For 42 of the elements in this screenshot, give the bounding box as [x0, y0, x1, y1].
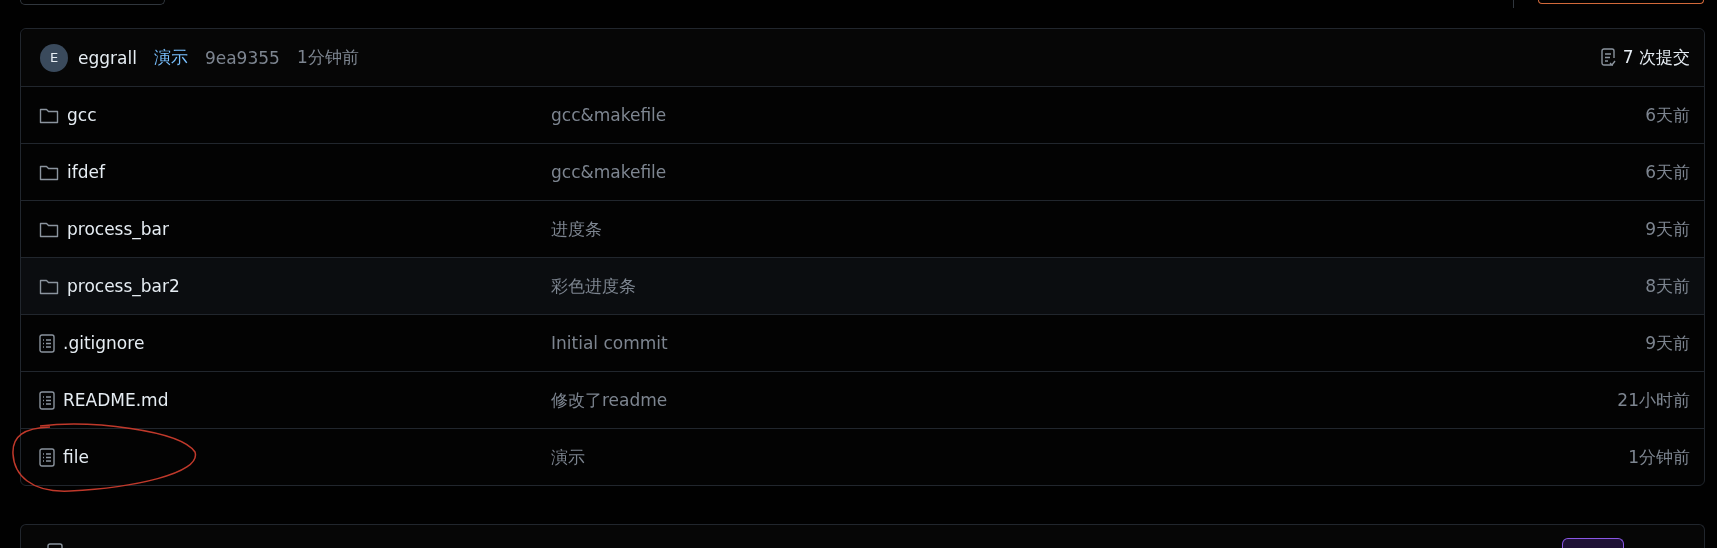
file-time: 9天前: [1645, 217, 1690, 241]
folder-icon: [39, 277, 59, 295]
file-icon: [39, 447, 55, 467]
file-time: 6天前: [1645, 103, 1690, 127]
file-row[interactable]: file 演示 1分钟前: [21, 428, 1704, 485]
history-icon: [1600, 48, 1617, 67]
file-row[interactable]: ifdef gcc&makefile 6天前: [21, 143, 1704, 200]
commit-time: 1分钟前: [296, 46, 359, 69]
commit-message-link[interactable]: Initial commit: [551, 333, 1646, 353]
commit-count-link[interactable]: 7 次提交: [1622, 46, 1690, 69]
file-icon: [39, 390, 55, 410]
file-name-link[interactable]: file: [63, 447, 89, 467]
file-name-link[interactable]: process_bar: [67, 219, 170, 239]
commit-message-link[interactable]: 演示: [551, 445, 1629, 469]
file-name-link[interactable]: ifdef: [67, 162, 105, 182]
file-row[interactable]: README.md 修改了readme 21小时前: [21, 371, 1704, 428]
file-time: 8天前: [1645, 274, 1690, 298]
folder-icon: [39, 220, 59, 238]
badge[interactable]: [1562, 538, 1624, 548]
file-name-link[interactable]: .gitignore: [63, 333, 145, 353]
file-name-link[interactable]: gcc: [67, 105, 97, 125]
commit-message-link[interactable]: 进度条: [551, 217, 1646, 241]
commit-message-link[interactable]: 修改了readme: [551, 388, 1618, 412]
file-row[interactable]: process_bar2 彩色进度条 8天前: [21, 257, 1704, 314]
avatar[interactable]: E: [40, 43, 68, 72]
commit-message-link[interactable]: 演示: [153, 46, 188, 69]
file-time: 9天前: [1645, 331, 1690, 355]
author-link[interactable]: eggrall: [78, 47, 137, 68]
file-row[interactable]: gcc gcc&makefile 6天前: [21, 87, 1704, 143]
file-name-link[interactable]: README.md: [63, 390, 169, 410]
commit-hash[interactable]: 9ea9355: [204, 47, 280, 68]
commit-message-link[interactable]: 彩色进度条: [551, 274, 1646, 298]
file-icon: [39, 333, 55, 353]
file-time: 6天前: [1645, 160, 1690, 184]
folder-icon: [39, 163, 59, 181]
commit-message-link[interactable]: gcc&makefile: [551, 105, 1646, 125]
folder-icon: [39, 106, 59, 124]
file-time: 21小时前: [1617, 388, 1690, 412]
file-name-link[interactable]: process_bar2: [67, 276, 180, 296]
file-row[interactable]: .gitignore Initial commit 9天前: [21, 314, 1704, 371]
file-time: 1分钟前: [1628, 445, 1690, 469]
commit-message-link[interactable]: gcc&makefile: [551, 162, 1646, 182]
